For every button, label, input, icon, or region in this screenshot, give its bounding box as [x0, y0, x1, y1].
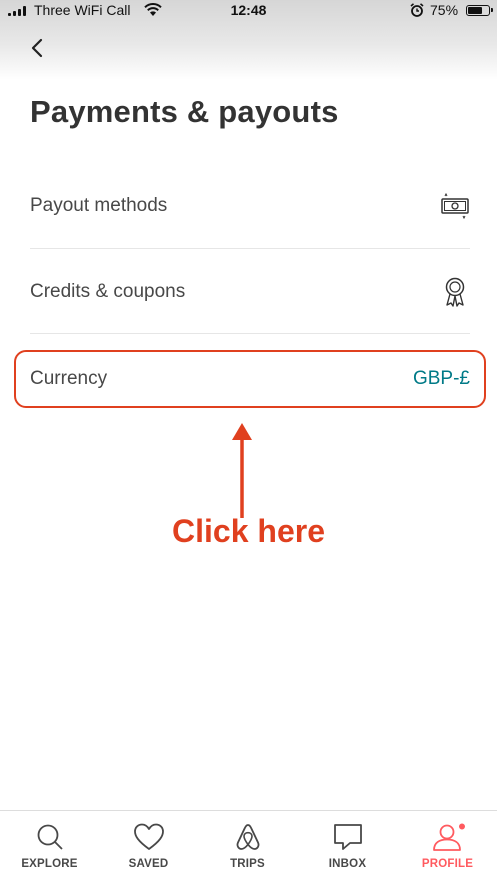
tab-profile-label: PROFILE: [421, 858, 474, 870]
person-icon: [432, 822, 466, 851]
currency-highlight-box: [14, 350, 486, 408]
tab-trips[interactable]: TRIPS: [198, 811, 297, 879]
payout-methods-label: Payout methods: [30, 195, 168, 216]
tab-explore-label: EXPLORE: [21, 858, 78, 870]
tab-inbox[interactable]: INBOX: [298, 811, 397, 879]
search-icon: [37, 824, 63, 850]
tab-inbox-label: INBOX: [328, 858, 367, 870]
battery-icon: [466, 5, 493, 16]
tab-saved[interactable]: SAVED: [99, 811, 198, 879]
chat-bubble-icon: [333, 824, 362, 850]
payout-methods-row[interactable]: Payout methods: [30, 163, 470, 249]
tab-explore[interactable]: EXPLORE: [0, 811, 99, 879]
banknote-icon: [441, 192, 469, 220]
chevron-left-icon[interactable]: [26, 36, 50, 60]
status-bar: Three WiFi Call 12:48 75%: [0, 0, 497, 22]
heart-icon: [133, 823, 164, 850]
alarm-icon: [410, 3, 424, 17]
divider: [30, 333, 470, 334]
tab-profile[interactable]: PROFILE: [398, 811, 497, 879]
credits-coupons-row[interactable]: Credits & coupons: [30, 249, 470, 335]
top-bar: Three WiFi Call 12:48 75%: [0, 0, 497, 80]
annotation-arrow: [232, 423, 252, 518]
bottom-tab-bar: EXPLORE SAVED TRIPS INBOX PROFILE: [0, 810, 497, 879]
battery-percent: 75%: [430, 2, 459, 18]
airbnb-logo-icon: [236, 824, 259, 850]
page-title: Payments & payouts: [30, 94, 339, 129]
tab-trips-label: TRIPS: [230, 858, 265, 870]
credits-coupons-label: Credits & coupons: [30, 281, 186, 302]
click-here-annotation: Click here: [172, 513, 325, 549]
award-ribbon-icon: [445, 277, 465, 307]
tab-saved-label: SAVED: [128, 858, 169, 870]
